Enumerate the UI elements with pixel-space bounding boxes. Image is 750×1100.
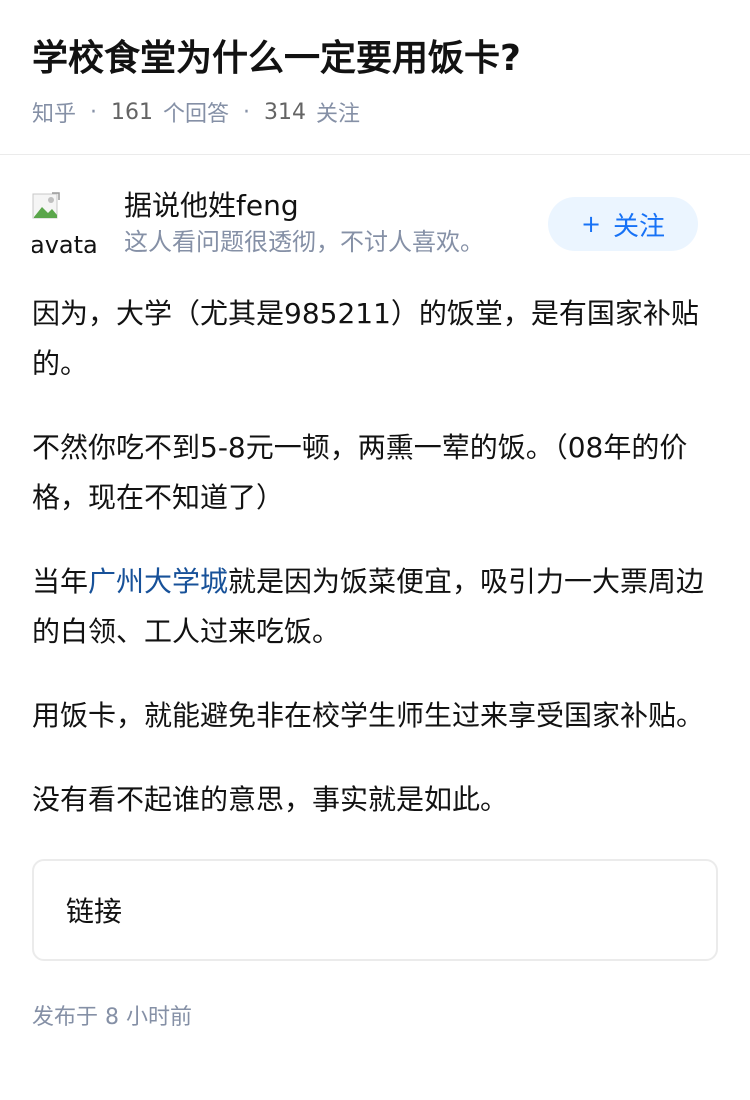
question-header: 学校食堂为什么一定要用饭卡? 知乎 · 161 个回答 · 314 关注 [0, 0, 750, 128]
answer-content: 因为，大学（尤其是985211）的饭堂，是有国家补贴的。 不然你吃不到5-8元一… [32, 289, 718, 825]
separator-dot: · [90, 99, 98, 125]
author-row: avatar 据说他姓feng 这人看问题很透彻，不讨人喜欢。 + 关注 [32, 187, 718, 267]
link-card[interactable]: 链接 [32, 859, 718, 961]
avatar[interactable]: avatar [32, 191, 98, 257]
follow-label: 关注 [613, 211, 666, 242]
answer-paragraph: 用饭卡，就能避免非在校学生师生过来享受国家补贴。 [32, 699, 705, 732]
avatar-alt-text: avatar [32, 231, 98, 257]
answer-paragraph: 当年广州大学城就是因为饭菜便宜，吸引力一大票周边的白领、工人过来吃饭。 [32, 557, 718, 657]
question-title[interactable]: 学校食堂为什么一定要用饭卡? [32, 36, 718, 82]
inline-link[interactable]: 广州大学城 [88, 565, 228, 598]
publish-time: 发布于 8 小时前 [32, 1005, 192, 1030]
followers-label[interactable]: 关注 [316, 96, 360, 128]
answer-paragraph: 没有看不起谁的意思，事实就是如此。 [32, 783, 509, 816]
answers-label[interactable]: 个回答 [163, 96, 229, 128]
answer-paragraph: 不然你吃不到5-8元一顿，两熏一荤的饭。（08年的价格，现在不知道了） [32, 431, 688, 514]
separator-dot: · [243, 99, 251, 125]
broken-image-icon [32, 192, 60, 219]
answers-count: 161 [111, 99, 154, 125]
followers-count: 314 [264, 99, 307, 125]
follow-button[interactable]: + 关注 [548, 197, 698, 251]
question-meta: 知乎 · 161 个回答 · 314 关注 [32, 96, 718, 128]
author-info: 据说他姓feng 这人看问题很透彻，不讨人喜欢。 [124, 187, 484, 259]
divider [0, 154, 750, 155]
source-label[interactable]: 知乎 [32, 96, 76, 128]
plus-icon: + [580, 210, 602, 238]
author-name[interactable]: 据说他姓feng [124, 187, 484, 225]
paragraph-text: 当年 [32, 565, 89, 598]
answer-paragraph: 因为，大学（尤其是985211）的饭堂，是有国家补贴的。 [32, 297, 699, 380]
link-card-label: 链接 [66, 895, 123, 928]
author-bio: 这人看问题很透彻，不讨人喜欢。 [124, 228, 484, 256]
